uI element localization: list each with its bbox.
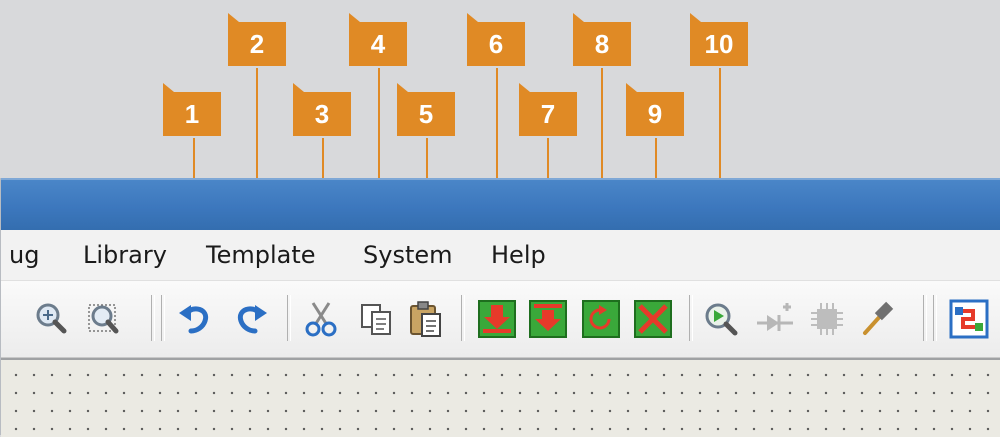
callout-4: 4 <box>349 13 407 66</box>
toolbar-separator <box>151 295 155 341</box>
menu-system[interactable]: System <box>363 240 453 270</box>
callout-5: 5 <box>397 83 455 136</box>
cut-icon[interactable] <box>301 299 341 339</box>
toolbar-separator <box>689 295 693 341</box>
callout-2: 2 <box>228 13 286 66</box>
paste-icon[interactable] <box>406 299 446 339</box>
callout-9: 9 <box>626 83 684 136</box>
zoom-in-icon[interactable] <box>31 299 71 339</box>
menu-bar: ug Library Template System Help <box>1 230 1000 281</box>
download-green-icon[interactable] <box>477 299 517 339</box>
chip-icon[interactable] <box>807 299 847 339</box>
cycle-green-icon[interactable] <box>581 299 621 339</box>
undo-icon[interactable] <box>175 299 215 339</box>
search-play-icon[interactable] <box>701 299 741 339</box>
menu-debug[interactable]: ug <box>9 240 39 270</box>
menu-library[interactable]: Library <box>83 240 167 270</box>
callout-6: 6 <box>467 13 525 66</box>
toolbar-separator <box>287 295 291 341</box>
component-add-icon[interactable] <box>755 299 795 339</box>
redo-icon[interactable] <box>231 299 271 339</box>
netlist-icon[interactable] <box>949 299 989 339</box>
callout-8: 8 <box>573 13 631 66</box>
cancel-red-icon[interactable] <box>633 299 673 339</box>
toolbar <box>1 281 1000 358</box>
app-window: ug Library Template System Help <box>0 178 1000 437</box>
toolbar-separator <box>923 295 927 341</box>
schematic-canvas[interactable] <box>1 358 1000 437</box>
callout-1: 1 <box>163 83 221 136</box>
zoom-area-icon[interactable] <box>83 299 123 339</box>
copy-icon[interactable] <box>356 299 396 339</box>
callout-3: 3 <box>293 83 351 136</box>
menu-template[interactable]: Template <box>206 240 316 270</box>
toolbar-separator <box>933 295 937 341</box>
toolbar-separator <box>161 295 165 341</box>
hammer-icon[interactable] <box>857 299 897 339</box>
menu-help[interactable]: Help <box>491 240 546 270</box>
download-red-icon[interactable] <box>528 299 568 339</box>
toolbar-separator <box>461 295 465 341</box>
callout-10: 10 <box>690 13 748 66</box>
title-bar <box>1 178 1000 232</box>
callout-7: 7 <box>519 83 577 136</box>
